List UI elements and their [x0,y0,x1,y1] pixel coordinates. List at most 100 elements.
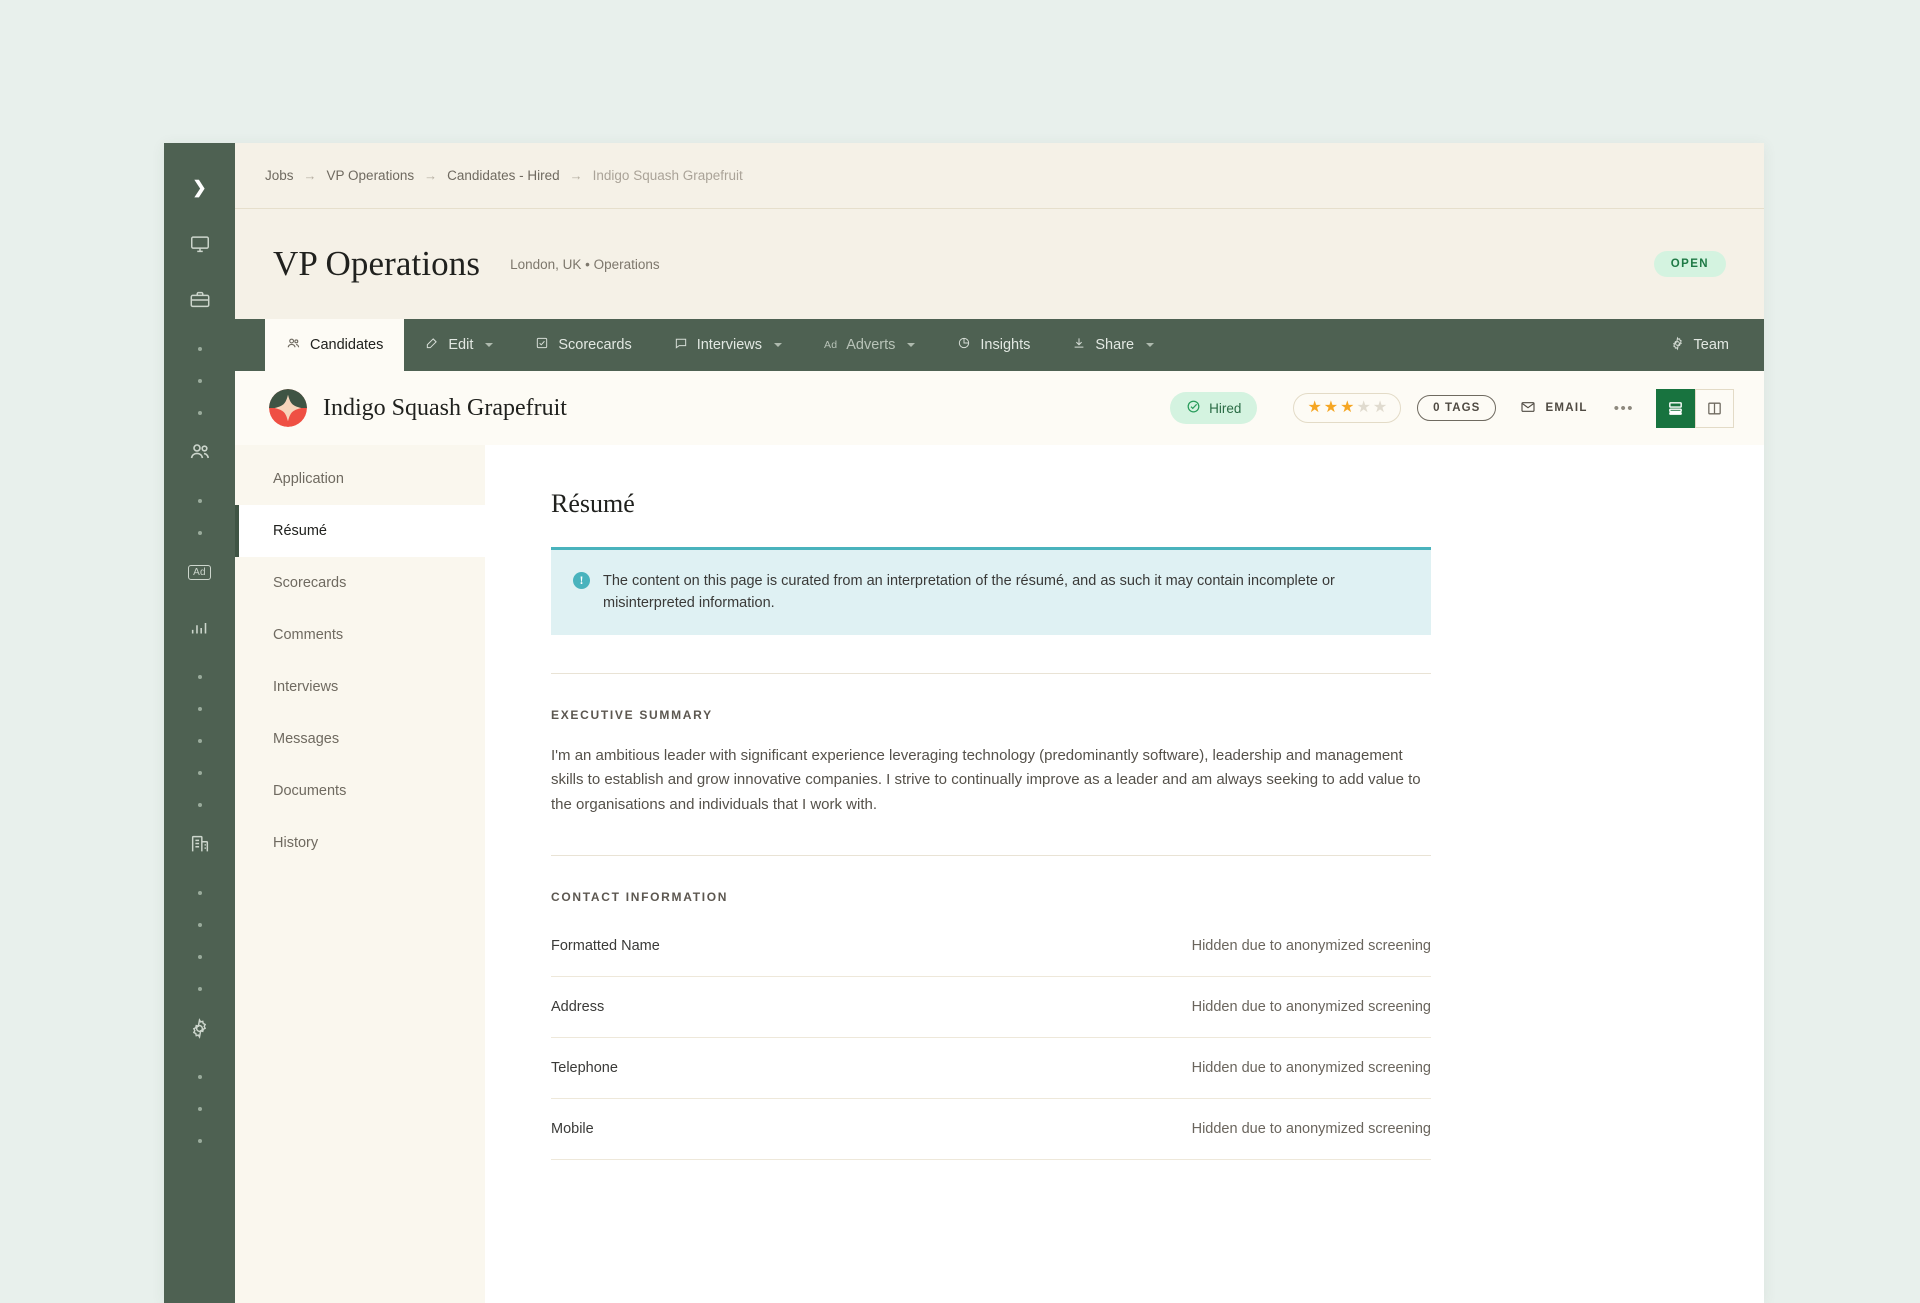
main-column: Jobs → VP Operations → Candidates - Hire… [235,143,1764,1303]
tab-candidates[interactable]: Candidates [265,319,405,371]
subnav-item-application[interactable]: Application [235,453,485,505]
star-icon[interactable]: ★ [1373,400,1387,416]
executive-summary-heading: EXECUTIVE SUMMARY [551,707,713,722]
resume-content: Résumé ! The content on this page is cur… [485,445,1764,1303]
sidebar-collapsed-item[interactable] [164,973,235,1005]
breadcrumb-bar: Jobs → VP Operations → Candidates - Hire… [235,143,1764,209]
page-title: VP Operations [273,244,481,283]
tab-insights[interactable]: Insights [936,319,1051,371]
adverts-ad-icon[interactable]: Ad [177,549,223,595]
sidebar-collapsed-item[interactable] [164,333,235,365]
star-icon[interactable]: ★ [1356,400,1370,416]
star-icon[interactable]: ★ [1324,400,1338,416]
chevron-down-icon [1146,343,1155,347]
breadcrumb-item-jobs[interactable]: Jobs [265,168,294,183]
status-badge: OPEN [1653,251,1726,277]
breadcrumb-item-job[interactable]: VP Operations [327,168,415,183]
chevron-down-icon [907,343,916,347]
view-toggle-rows-button[interactable] [1656,388,1695,428]
view-toggle [1656,388,1734,428]
tab-label: Team [1693,337,1729,353]
tab-team[interactable]: Team [1649,319,1750,371]
global-sidebar: ❯ Ad [164,143,235,1303]
tab-label: Adverts [846,337,896,353]
contact-information-table: Formatted Name Hidden due to anonymized … [551,912,1431,1160]
sidebar-collapsed-item[interactable] [164,757,235,789]
sidebar-collapsed-item[interactable] [164,1061,235,1093]
settings-gear-icon[interactable] [177,1005,223,1051]
row-label: Formatted Name [551,937,660,954]
tags-button[interactable]: 0 TAGS [1417,395,1497,421]
download-icon [1072,336,1086,354]
sidebar-collapsed-item[interactable] [164,941,235,973]
tab-label: Scorecards [558,337,632,353]
table-row: Telephone Hidden due to anonymized scree… [551,1038,1431,1099]
tab-scorecards[interactable]: Scorecards [514,319,652,371]
view-toggle-columns-button[interactable] [1695,388,1734,428]
expand-sidebar-icon[interactable]: ❯ [177,165,223,211]
status-pill-label: Hired [1209,400,1242,416]
row-label: Address [551,998,605,1015]
candidate-name: Indigo Squash Grapefruit [323,394,567,421]
tab-adverts[interactable]: Ad Adverts [803,319,936,371]
rating-stars[interactable]: ★ ★ ★ ★ ★ [1293,393,1402,423]
tab-edit[interactable]: Edit [404,319,514,371]
tab-interviews[interactable]: Interviews [653,319,803,371]
candidate-body: Application Résumé Scorecards Comments I… [235,445,1764,1303]
sidebar-collapsed-item[interactable] [164,397,235,429]
tab-label: Insights [980,337,1031,353]
executive-summary-text: I'm an ambitious leader with significant… [551,746,1421,813]
sidebar-collapsed-item[interactable] [164,693,235,725]
star-icon[interactable]: ★ [1307,400,1321,416]
subnav-item-history[interactable]: History [235,817,485,869]
sidebar-collapsed-item[interactable] [164,485,235,517]
breadcrumb-item-stage[interactable]: Candidates - Hired [447,168,560,183]
sidebar-collapsed-item[interactable] [164,517,235,549]
tab-label: Candidates [310,337,384,353]
table-row: Mobile Hidden due to anonymized screenin… [551,1099,1431,1160]
people-icon [286,336,301,355]
sidebar-collapsed-item[interactable] [164,661,235,693]
subnav-item-scorecards[interactable]: Scorecards [235,557,485,609]
email-button-label: EMAIL [1545,402,1588,414]
section-divider [551,854,1431,856]
sidebar-collapsed-item[interactable] [164,1093,235,1125]
company-building-icon[interactable] [177,821,223,867]
subnav-item-resume[interactable]: Résumé [235,505,485,557]
ad-icon: Ad [823,339,838,351]
insights-bar-chart-icon[interactable] [177,605,223,651]
candidate-header: Indigo Squash Grapefruit Hired ★ ★ ★ ★ ★… [235,371,1764,445]
sidebar-collapsed-item[interactable] [164,1125,235,1157]
envelope-icon [1520,399,1536,418]
dashboard-monitor-icon[interactable] [177,221,223,267]
candidates-people-icon[interactable] [177,429,223,475]
subnav-item-interviews[interactable]: Interviews [235,661,485,713]
job-tabs: Candidates Edit Scorecards Interviews Ad… [235,319,1764,371]
email-button[interactable]: EMAIL [1520,399,1587,418]
contact-information-heading: CONTACT INFORMATION [551,889,729,904]
table-row: Address Hidden due to anonymized screeni… [551,977,1431,1038]
subnav-item-messages[interactable]: Messages [235,713,485,765]
breadcrumb: Jobs → VP Operations → Candidates - Hire… [265,168,743,183]
tab-label: Interviews [696,337,762,353]
sidebar-collapsed-item[interactable] [164,725,235,757]
breadcrumb-separator-icon: → [424,168,438,183]
subnav-item-documents[interactable]: Documents [235,765,485,817]
chevron-down-icon [485,343,494,347]
sidebar-collapsed-item[interactable] [164,909,235,941]
row-value: Hidden due to anonymized screening [1191,1059,1431,1076]
sidebar-collapsed-item[interactable] [164,789,235,821]
app-window: ❯ Ad Jobs → VP Operations → Candidates -… [164,143,1764,1303]
job-meta: London, UK • Operations [510,256,660,272]
tab-share[interactable]: Share [1051,319,1175,371]
sidebar-collapsed-item[interactable] [164,877,235,909]
status-pill-hired[interactable]: Hired [1170,392,1258,424]
row-label: Telephone [551,1059,618,1076]
sidebar-collapsed-item[interactable] [164,365,235,397]
tab-label: Share [1095,337,1135,353]
more-actions-button[interactable]: ••• [1614,400,1634,417]
star-icon[interactable]: ★ [1340,400,1354,416]
jobs-briefcase-icon[interactable] [177,277,223,323]
row-label: Mobile [551,1120,594,1137]
subnav-item-comments[interactable]: Comments [235,609,485,661]
